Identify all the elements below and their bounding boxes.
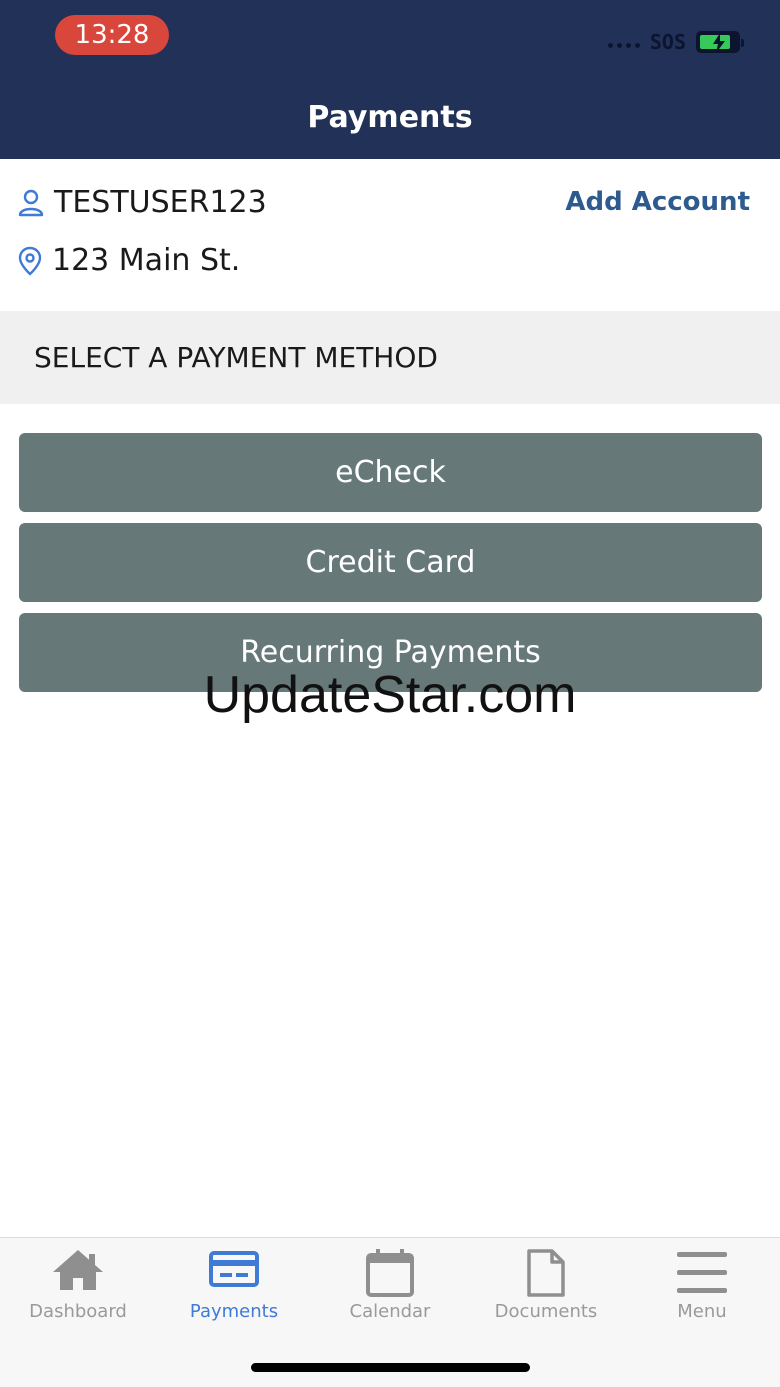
tab-menu[interactable]: Menu [624, 1238, 780, 1338]
add-account-link[interactable]: Add Account [565, 187, 750, 217]
tab-dashboard[interactable]: Dashboard [0, 1238, 156, 1338]
signal-icon [607, 36, 640, 48]
account-address: 123 Main St. [52, 243, 241, 278]
tab-label: Dashboard [29, 1301, 127, 1322]
calendar-icon [366, 1249, 414, 1297]
tab-label: Calendar [349, 1301, 431, 1322]
echeck-button[interactable]: eCheck [19, 433, 762, 512]
home-icon [53, 1250, 103, 1290]
account-info: TESTUSER123 123 Main St. Add Account [0, 159, 780, 311]
card-icon [209, 1251, 259, 1287]
location-pin-icon [18, 246, 42, 276]
page-title: Payments [307, 100, 473, 135]
tab-label: Payments [189, 1301, 279, 1322]
carrier-status: SOS [649, 30, 686, 54]
tab-label: Documents [494, 1301, 598, 1322]
document-icon [527, 1249, 565, 1297]
section-title: SELECT A PAYMENT METHOD [34, 341, 438, 374]
tab-payments[interactable]: Payments [156, 1238, 312, 1338]
status-time: 13:28 [55, 15, 169, 55]
section-header: SELECT A PAYMENT METHOD [0, 311, 780, 404]
header-bar: 13:28 SOS Payments [0, 0, 780, 159]
user-icon [18, 189, 44, 216]
tab-documents[interactable]: Documents [468, 1238, 624, 1338]
menu-icon [677, 1252, 727, 1293]
tab-label: Menu [677, 1301, 727, 1322]
battery-icon [696, 31, 744, 53]
tab-calendar[interactable]: Calendar [312, 1238, 468, 1338]
account-user-row: TESTUSER123 [18, 185, 267, 220]
watermark-text: UpdateStar.com [203, 666, 577, 724]
status-indicators: SOS [607, 26, 744, 58]
credit-card-button[interactable]: Credit Card [19, 523, 762, 602]
account-address-row: 123 Main St. [18, 243, 240, 278]
account-username: TESTUSER123 [54, 185, 267, 220]
home-indicator[interactable] [251, 1363, 530, 1372]
